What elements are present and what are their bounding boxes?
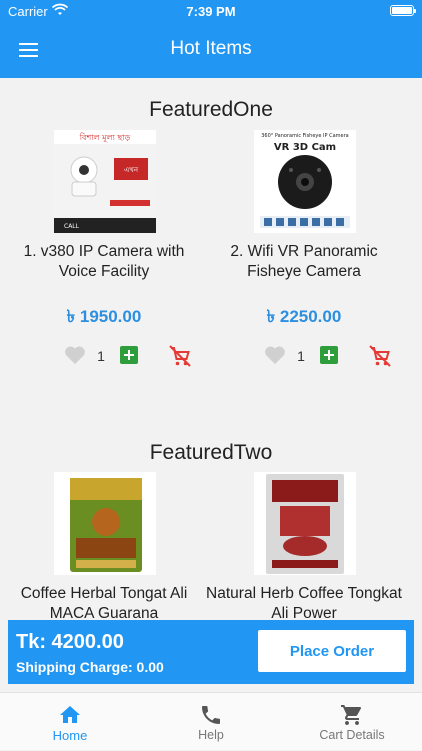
section-title-featured-two: FeaturedTwo	[149, 441, 273, 464]
heart-icon[interactable]	[264, 345, 286, 365]
product-image[interactable]	[254, 472, 356, 575]
status-bar: Carrier 7:39 PM	[0, 0, 422, 22]
app-bar: Hot Items	[0, 22, 422, 78]
product-name[interactable]: Natural Herb Coffee Tongkat Ali Power	[204, 584, 404, 618]
cart-icon	[341, 705, 361, 725]
product-name[interactable]: 2. Wifi VR Panoramic Fisheye Camera	[204, 242, 404, 282]
place-order-button[interactable]: Place Order	[258, 630, 406, 672]
tab-cart-details[interactable]: Cart Details	[282, 693, 422, 751]
remove-from-cart-icon[interactable]	[168, 344, 192, 368]
product-price: ৳ 1950.00	[66, 307, 142, 326]
remove-from-cart-icon[interactable]	[368, 344, 392, 368]
order-summary-bar: Tk: 4200.00 Shipping Charge: 0.00 Place …	[8, 620, 414, 684]
tab-home[interactable]: Home	[0, 693, 140, 751]
product-name[interactable]: Coffee Herbal Tongat Ali MACA Guarana	[4, 584, 204, 618]
product-image[interactable]: 360° Panoramic Fisheye IP Camera VR 3D C…	[254, 130, 356, 233]
product-image-footer: CALL	[64, 223, 80, 230]
product-list[interactable]: FeaturedOne বিশাল মূল্য ছাড় এখন CALL 1.…	[0, 78, 422, 618]
total-amount: Tk: 4200.00	[16, 631, 124, 653]
product-image-caption: বিশাল মূল্য ছাড়	[79, 133, 131, 142]
shipping-charge: Shipping Charge: 0.00	[16, 659, 164, 675]
product-name[interactable]: 1. v380 IP Camera with Voice Facility	[4, 242, 204, 282]
tab-label: Cart Details	[319, 728, 385, 742]
page-title: Hot Items	[170, 38, 252, 59]
section-title-featured-one: FeaturedOne	[149, 98, 273, 121]
bottom-tab-bar: Home Help Cart Details	[0, 692, 422, 750]
tab-help[interactable]: Help	[141, 693, 281, 751]
add-quantity-button[interactable]	[120, 346, 138, 364]
product-image-promo: এখন	[124, 166, 139, 174]
tab-label: Help	[198, 728, 224, 742]
add-quantity-button[interactable]	[320, 346, 338, 364]
home-icon	[60, 706, 80, 723]
status-time: 7:39 PM	[186, 4, 236, 19]
quantity-value: 1	[297, 348, 305, 364]
product-image-title: VR 3D Cam	[274, 142, 336, 153]
heart-icon[interactable]	[64, 345, 86, 365]
phone-icon	[202, 706, 220, 724]
product-price: ৳ 2250.00	[266, 307, 342, 326]
quantity-value: 1	[97, 348, 105, 364]
product-image[interactable]: বিশাল মূল্য ছাড় এখন CALL	[54, 130, 156, 233]
tab-label: Home	[52, 728, 88, 743]
product-image[interactable]	[54, 472, 156, 575]
battery-icon	[390, 5, 416, 16]
product-image-caption: 360° Panoramic Fisheye IP Camera	[261, 133, 349, 139]
